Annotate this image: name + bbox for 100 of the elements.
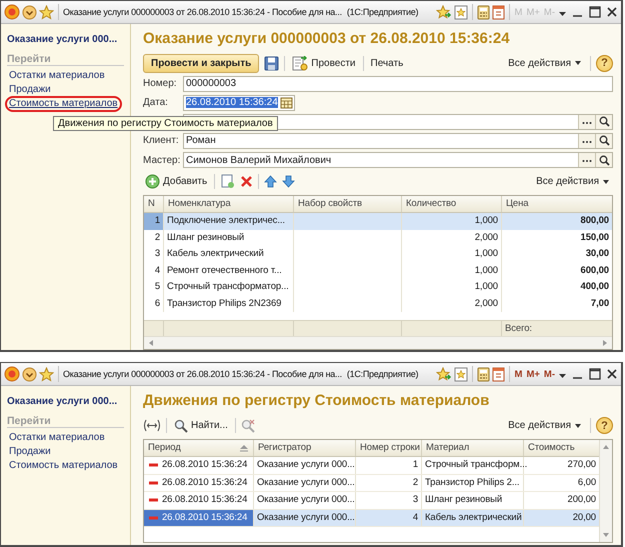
period-value: 26.08.2010 15:36:24: [162, 476, 248, 490]
help-button[interactable]: ?: [596, 417, 613, 434]
print-button[interactable]: Печать: [368, 58, 406, 69]
table-cell: Подключение электричес...: [164, 213, 294, 230]
table-cell: Шланг резиновый: [164, 230, 294, 246]
sidebar-link[interactable]: Продажи: [5, 82, 55, 98]
column-header[interactable]: Стоимость: [524, 440, 599, 456]
table-cell-text: 6,00: [576, 476, 597, 490]
table-cell: Ремонт отечественного т...: [164, 262, 294, 279]
table-cell: Кабель электрический: [164, 246, 294, 262]
table-cell: Транзистор Philips 2N2369: [164, 296, 294, 312]
table-cell: 1,000: [402, 246, 502, 262]
period-value: 26.08.2010 15:36:24: [162, 493, 248, 508]
form-heading: Движения по регистру Стоимость материалов: [143, 392, 490, 409]
table-cell-text: 150,00: [580, 230, 610, 244]
column-header[interactable]: Номер строки: [356, 440, 422, 456]
sidebar-link[interactable]: Остатки материалов: [5, 68, 109, 84]
tooltip: Движения по регистру Стоимость материалов: [53, 116, 278, 131]
table-cell: 2: [356, 474, 422, 491]
column-header[interactable]: Регистратор: [254, 440, 356, 456]
all-actions-button[interactable]: Все действия: [506, 58, 585, 69]
date-field[interactable]: 26.08.2010 15:36:24: [183, 94, 295, 111]
post-and-close-button[interactable]: Провести и закрыть: [143, 54, 260, 73]
table-cell: Шланг резиновый: [422, 492, 524, 508]
table-cell: 3: [356, 492, 422, 508]
column-header[interactable]: N: [144, 196, 164, 212]
sidebar-title: Оказание услуги 000...: [7, 34, 118, 45]
field-label: Мастер:: [143, 154, 180, 166]
section-heading: Перейти: [7, 415, 124, 428]
memory-button[interactable]: M+: [525, 368, 541, 380]
table-cell: Транзистор Philips 2...: [422, 474, 524, 491]
window-title: Оказание услуги 000000003 от 26.08.2010 15:36:24 - Пособие для на...: [63, 369, 342, 379]
memory-button[interactable]: M-: [542, 368, 556, 380]
table-cell: Оказание услуги 000...: [254, 457, 356, 474]
sidebar-link[interactable]: Остатки материалов: [5, 430, 109, 446]
table-cell: Строчный трансформатор...: [164, 279, 294, 296]
table-cell: Кабель электрический: [422, 510, 524, 526]
column-header[interactable]: Набор свойств: [294, 196, 402, 212]
field-label: Клиент:: [143, 135, 179, 146]
section-heading: Перейти: [7, 53, 124, 66]
table-cell: 6: [144, 296, 164, 312]
all-actions-button[interactable]: Все действия: [506, 420, 585, 431]
column-header[interactable]: Период: [144, 440, 254, 456]
column-header[interactable]: Цена: [502, 196, 612, 212]
table-row[interactable]: 26.08.2010 15:36:24 Оказание услуги 000... 1 Строчный трансформ... 270,00: [144, 457, 599, 474]
table-cell: 4: [356, 510, 422, 526]
window-title: Оказание услуги 000000003 от 26.08.2010 15:36:24 - Пособие для на...: [63, 7, 342, 17]
total-label: Всего:: [504, 322, 533, 336]
sidebar-link[interactable]: Продажи: [5, 444, 55, 460]
column-header[interactable]: Количество: [402, 196, 502, 212]
help-button[interactable]: ?: [596, 54, 613, 72]
app-name: (1С:Предприятие): [346, 369, 418, 379]
table-row[interactable]: 3 Кабель электрический 1,000 30,00: [144, 246, 612, 262]
period-value: 26.08.2010 15:36:24: [162, 458, 248, 472]
table-cell-text: 400,00: [580, 280, 610, 294]
table-row[interactable]: 4 Ремонт отечественного т... 1,000 600,00: [144, 262, 612, 279]
table-row[interactable]: 26.08.2010 15:36:24 Оказание услуги 000... 4 Кабель электрический 20,00: [144, 510, 599, 527]
table-row[interactable]: 6 Транзистор Philips 2N2369 2,000 7,00: [144, 296, 612, 312]
table-row[interactable]: 5 Строчный трансформатор... 1,000 400,00: [144, 279, 612, 296]
table-cell-text: 7,00: [590, 296, 610, 310]
table-cell: 1,000: [402, 213, 502, 230]
column-header[interactable]: Номенклатура: [164, 196, 294, 212]
table-cell: Оказание услуги 000...: [254, 474, 356, 491]
reference-field[interactable]: Симонов Валерий Михайлович: [183, 152, 613, 168]
table-cell: 2,000: [402, 230, 502, 246]
period-value: 26.08.2010 15:36:24: [162, 510, 248, 525]
table-cell: 1,000: [402, 279, 502, 296]
field-label: Номер:: [143, 78, 177, 90]
table-row[interactable]: 26.08.2010 15:36:24 Оказание услуги 000... 2 Транзистор Philips 2... 6,00: [144, 474, 599, 492]
app-name: (1С:Предприятие): [346, 7, 418, 17]
memory-button[interactable]: M: [514, 368, 524, 380]
table-cell-text: 20,00: [572, 510, 597, 524]
table-row[interactable]: 1 Подключение электричес... 1,000 800,00: [144, 213, 612, 230]
sidebar-link[interactable]: Стоимость материалов: [5, 458, 122, 474]
form-heading: Оказание услуги 000000003 от 26.08.2010 15:36:24: [143, 30, 511, 47]
sidebar-title: Оказание услуги 000...: [7, 396, 118, 407]
add-button[interactable]: Добавить: [143, 174, 210, 190]
table-cell-text: 800,00: [580, 214, 610, 228]
table-row[interactable]: 2 Шланг резиновый 2,000 150,00: [144, 230, 612, 246]
table-cell: 2,000: [402, 296, 502, 312]
find-button[interactable]: Найти...: [172, 418, 230, 432]
table-cell: Оказание услуги 000...: [254, 510, 356, 526]
table-cell-text: 600,00: [580, 264, 610, 278]
post-button[interactable]: Провести: [290, 56, 358, 71]
table-cell: 5: [144, 279, 164, 296]
table-cell: Оказание услуги 000...: [254, 492, 356, 508]
table-cell: 2: [144, 230, 164, 246]
table-cell: 3: [144, 246, 164, 262]
column-header[interactable]: Материал: [422, 440, 524, 456]
number-field[interactable]: 000000003: [183, 76, 613, 92]
table-cell: 1: [144, 213, 164, 230]
all-actions-button[interactable]: Все действия: [534, 176, 613, 188]
table-cell-text: 200,00: [566, 493, 597, 507]
reference-field[interactable]: Роман: [183, 132, 613, 149]
table-cell: Строчный трансформ...: [422, 457, 524, 474]
table-cell: 1: [356, 457, 422, 474]
table-cell: 1,000: [402, 262, 502, 279]
field-label: Дата:: [143, 97, 168, 108]
table-cell-text: 30,00: [584, 247, 610, 261]
sidebar-link[interactable]: Стоимость материалов: [5, 96, 122, 112]
